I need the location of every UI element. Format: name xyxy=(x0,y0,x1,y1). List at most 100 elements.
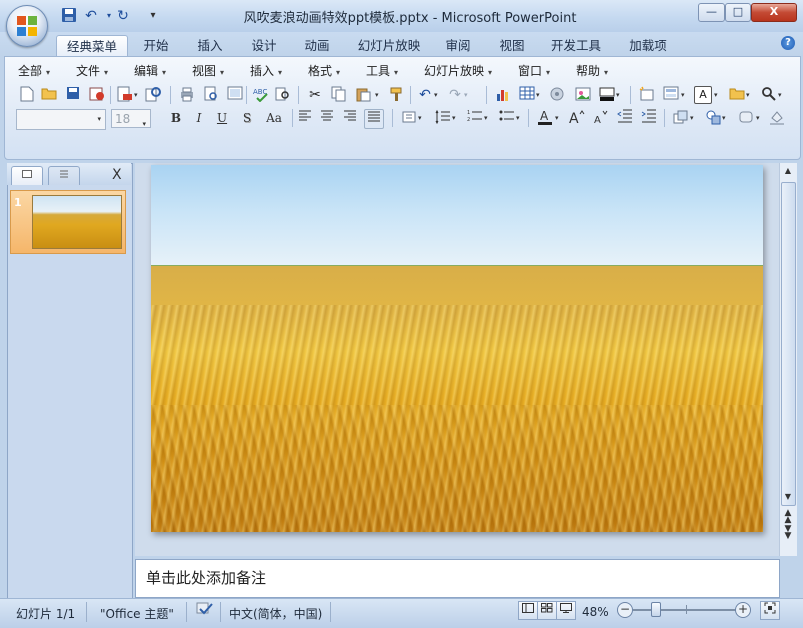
tab-animations[interactable]: 动画 xyxy=(297,35,337,56)
print-icon[interactable] xyxy=(178,86,196,104)
slides-tab[interactable] xyxy=(11,166,43,185)
open-folder-icon[interactable] xyxy=(40,86,58,104)
font-name-select[interactable]: ▾ xyxy=(16,109,106,130)
align-left-icon[interactable] xyxy=(296,109,314,127)
customize-quick-access-icon[interactable]: ▾ xyxy=(144,7,162,25)
tab-developer[interactable]: 开发工具 xyxy=(546,35,606,56)
shadow-button[interactable]: S xyxy=(238,109,256,127)
clip-art-icon[interactable] xyxy=(548,86,566,104)
grow-font-icon[interactable]: A xyxy=(568,109,586,127)
menu-view[interactable]: 视图 ▾ xyxy=(192,63,224,79)
paste-dropdown-icon[interactable]: ▾ xyxy=(375,91,379,99)
outline-tab[interactable] xyxy=(48,166,80,185)
decrease-indent-icon[interactable] xyxy=(616,109,634,127)
find-dropdown-icon[interactable]: ▾ xyxy=(778,91,782,99)
arrange-dropdown-icon[interactable]: ▾ xyxy=(690,114,694,122)
slide-view-icon[interactable] xyxy=(226,86,244,104)
zoom-slider-thumb[interactable] xyxy=(651,602,661,617)
permission-icon[interactable] xyxy=(88,86,106,104)
text-direction-icon[interactable] xyxy=(400,109,418,127)
scroll-up-icon[interactable]: ▲ xyxy=(781,166,795,180)
find-icon[interactable] xyxy=(760,86,778,104)
arrange-icon[interactable] xyxy=(672,109,690,127)
copy-icon[interactable] xyxy=(330,86,348,104)
bulleted-list-dropdown-icon[interactable]: ▾ xyxy=(516,114,520,122)
insert-picture-icon[interactable] xyxy=(574,86,592,104)
font-size-select[interactable]: 18 ▾ xyxy=(111,109,151,128)
redo-toolbar-dropdown-icon[interactable]: ▾ xyxy=(464,91,468,99)
text-box-icon[interactable]: A xyxy=(694,86,712,104)
font-color-dropdown-icon[interactable]: ▾ xyxy=(555,114,559,122)
save-icon[interactable] xyxy=(60,7,78,25)
italic-button[interactable]: I xyxy=(190,109,208,127)
text-direction-dropdown-icon[interactable]: ▾ xyxy=(418,114,422,122)
change-case-button[interactable]: Aa xyxy=(262,109,286,127)
folder-dropdown-icon[interactable]: ▾ xyxy=(746,91,750,99)
zoom-out-button[interactable]: − xyxy=(617,602,633,618)
shapes-icon[interactable] xyxy=(704,109,722,127)
new-file-icon[interactable] xyxy=(18,86,36,104)
zoom-level[interactable]: 48% xyxy=(582,605,609,619)
zoom-slider-track[interactable] xyxy=(633,609,741,611)
slide-thumbnail-image[interactable] xyxy=(32,195,122,249)
maximize-button[interactable]: □ xyxy=(725,3,751,22)
print-preview-icon[interactable] xyxy=(202,86,220,104)
scroll-down-icon[interactable]: ▼ xyxy=(781,492,795,506)
menu-all[interactable]: 全部 ▾ xyxy=(18,63,50,79)
help-icon[interactable]: ? xyxy=(781,36,795,50)
notes-placeholder[interactable]: 单击此处添加备注 xyxy=(146,567,266,588)
redo-toolbar-icon[interactable]: ↷ xyxy=(446,86,464,104)
tab-insert[interactable]: 插入 xyxy=(190,35,230,56)
bulleted-list-icon[interactable] xyxy=(498,109,516,127)
bold-button[interactable]: B xyxy=(167,109,185,127)
wheat-field-slide[interactable] xyxy=(151,165,763,532)
quick-styles-dropdown-icon[interactable]: ▾ xyxy=(756,114,760,122)
menu-format[interactable]: 格式 ▾ xyxy=(308,63,340,79)
minimize-button[interactable]: — xyxy=(698,3,725,22)
insert-table-dropdown-icon[interactable]: ▾ xyxy=(536,91,540,99)
tab-home[interactable]: 开始 xyxy=(136,35,176,56)
align-center-icon[interactable] xyxy=(318,109,336,127)
slide-layout-dropdown-icon[interactable]: ▾ xyxy=(681,91,685,99)
export-dropdown-icon[interactable]: ▾ xyxy=(134,91,138,99)
slide-show-view-icon[interactable] xyxy=(556,601,576,620)
format-painter-icon[interactable] xyxy=(388,86,406,104)
menu-window[interactable]: 窗口 ▾ xyxy=(518,63,550,79)
next-slide-icon[interactable]: ▼ ▼ xyxy=(781,525,795,541)
tab-add-ins[interactable]: 加载项 xyxy=(624,35,672,56)
save-toolbar-icon[interactable] xyxy=(64,86,82,104)
close-button[interactable]: X xyxy=(751,3,797,22)
tab-view[interactable]: 视图 xyxy=(492,35,532,56)
research-icon[interactable] xyxy=(274,86,292,104)
menu-tools[interactable]: 工具 ▾ xyxy=(366,63,398,79)
menu-insert[interactable]: 插入 ▾ xyxy=(250,63,282,79)
fill-color-dropdown-icon[interactable]: ▾ xyxy=(616,91,620,99)
insert-chart-icon[interactable] xyxy=(494,86,512,104)
line-spacing-icon[interactable] xyxy=(434,109,452,127)
tab-design[interactable]: 设计 xyxy=(244,35,284,56)
line-spacing-dropdown-icon[interactable]: ▾ xyxy=(452,114,456,122)
slide-layout-icon[interactable] xyxy=(662,86,680,104)
quick-styles-icon[interactable] xyxy=(738,109,756,127)
increase-indent-icon[interactable] xyxy=(640,109,658,127)
folder-icon[interactable] xyxy=(728,86,746,104)
spelling-icon[interactable]: ABC xyxy=(252,86,270,104)
pane-close-icon[interactable]: X xyxy=(112,167,122,183)
redo-icon[interactable]: ↻ xyxy=(114,7,132,25)
justify-icon[interactable] xyxy=(364,109,384,129)
numbered-list-dropdown-icon[interactable]: ▾ xyxy=(484,114,488,122)
cut-icon[interactable]: ✂ xyxy=(306,86,324,104)
undo-toolbar-dropdown-icon[interactable]: ▾ xyxy=(434,91,438,99)
shrink-font-icon[interactable]: A xyxy=(592,109,610,127)
new-slide-icon[interactable] xyxy=(638,86,656,104)
publish-icon[interactable] xyxy=(144,86,162,104)
align-right-icon[interactable] xyxy=(341,109,359,127)
underline-button[interactable]: U xyxy=(213,109,231,127)
shape-fill-icon[interactable] xyxy=(768,109,786,127)
fit-to-window-icon[interactable] xyxy=(760,601,780,620)
previous-slide-icon[interactable]: ▲ ▲ xyxy=(781,509,795,525)
menu-help[interactable]: 帮助 ▾ xyxy=(576,63,608,79)
shapes-dropdown-icon[interactable]: ▾ xyxy=(722,114,726,122)
text-box-dropdown-icon[interactable]: ▾ xyxy=(714,91,718,99)
export-pdf-icon[interactable] xyxy=(116,86,134,104)
